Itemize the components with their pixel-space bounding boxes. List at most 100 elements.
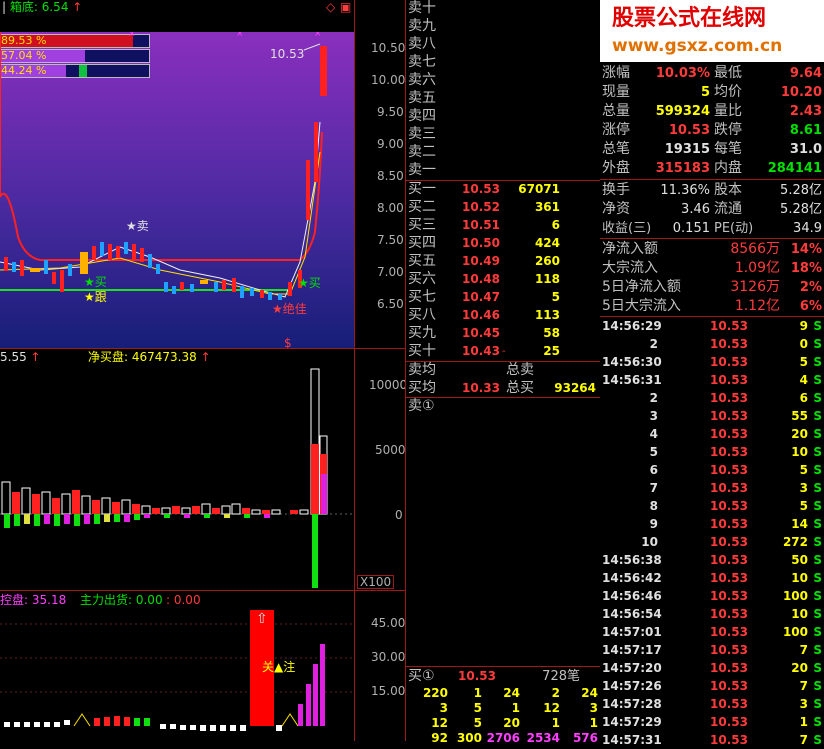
sell-level-3[interactable]: 卖三 [406, 126, 598, 143]
ctrl-tick-45: 45.00 [371, 616, 406, 630]
up-arrow-icon: ↑ [72, 0, 83, 14]
sell-signal: ★卖 [126, 219, 149, 233]
watermark-title: 股票公式在线网 [612, 6, 767, 31]
stat-row-6: 外盘 315183 内盘 284141 [602, 160, 822, 176]
y-tick-650: 6.50 [377, 297, 404, 311]
price-y-axis: 10.50 10.00 9.50 9.00 8.50 8.00 7.50 7.0… [354, 0, 406, 348]
buy-level-2[interactable]: 买二 10.52 361 [406, 199, 598, 216]
mid-row-2: 净资 3.46 流通 5.28亿 [602, 201, 822, 217]
flow-row-2: 大宗流入 1.09亿 18% [602, 260, 822, 276]
control-label: 控盘: 35.18 [0, 593, 67, 607]
buy-avg-row: 买均 10.33 总买 93264 [408, 380, 596, 396]
focus-up-arrow-icon: ⇧ [256, 611, 268, 627]
sell-level-10[interactable]: 卖十 [406, 0, 598, 17]
queue-row-3: 12 5 20 1 1 [431, 716, 598, 730]
vol-unit: X100 [357, 575, 395, 589]
buy-queue-divider [406, 666, 600, 667]
window-icon[interactable]: ▣ [340, 0, 351, 14]
buy-level-4[interactable]: 买四 10.50 424 [406, 235, 598, 252]
stats-divider-3 [600, 316, 824, 317]
control-bars [4, 644, 325, 731]
flow-row-4: 5日大宗流入 1.12亿 6% [602, 298, 822, 314]
sell-level-1[interactable]: 卖一 [406, 162, 598, 179]
vol-tick-0: 0 [395, 508, 403, 522]
box-top-line [0, 32, 323, 261]
sell-level-6[interactable]: 卖六 [406, 72, 598, 89]
volume-arrow-icon: ↑ [30, 350, 41, 364]
diamond-icon[interactable]: ◇ [326, 0, 335, 14]
sell-level-2[interactable]: 卖二 [406, 144, 598, 161]
indicator-label: 箱底: 6.54 [9, 0, 69, 14]
volume-y-axis: 10000 5000 0 X100 [354, 349, 408, 590]
ctrl-tick-15: 15.00 [371, 684, 406, 698]
chart-area[interactable]: | 箱底: 6.54 ↑ ◇ ▣ 89.53 % 57.04 % 44.24 % [0, 0, 408, 741]
buy-queue-title[interactable]: 买① 10.53 728笔 [406, 668, 598, 685]
ctrl-tick-30: 30.00 [371, 650, 406, 664]
order-book[interactable]: 卖十 卖九 卖八 卖七 卖六 卖五 卖四 卖三 卖二 卖一 买一 10.53 670… [405, 0, 602, 745]
price-chart-svg: × × × [0, 32, 327, 300]
sell-level-9[interactable]: 卖九 [406, 18, 598, 35]
vol-tick-10000: 10000 [369, 378, 408, 392]
sell-level-5[interactable]: 卖五 [406, 90, 598, 107]
sell-avg-row: 卖均 总卖 [408, 362, 534, 378]
buy-level-7[interactable]: 买七 10.47 5 [406, 289, 598, 306]
y-tick-1000: 10.00 [371, 73, 406, 87]
queue-row-4: 92 300 2706 2534 576 [431, 731, 598, 745]
net-buy-arrow-icon: ↑ [200, 350, 211, 364]
stats-divider-1 [600, 179, 824, 180]
sell-levels: 卖十 卖九 卖八 卖七 卖六 卖五 卖四 卖三 卖二 卖一 [406, 0, 598, 180]
y-tick-700: 7.00 [377, 265, 404, 279]
last-price-label: 10.53 [270, 47, 305, 61]
svg-text:×: × [314, 32, 322, 39]
extra-label: : 0.00 [166, 593, 201, 607]
header-marker: | [2, 0, 7, 14]
svg-text:×: × [128, 32, 136, 39]
mid-row-3: 收益(三) 0.151 PE(动) 34.9 [602, 221, 822, 236]
sell-queue-title[interactable]: 卖① [406, 398, 598, 415]
volume-header: 5.55 ↑ [0, 350, 41, 364]
stat-row-5: 总笔 19315 每笔 31.0 [602, 141, 822, 157]
control-chart[interactable] [0, 608, 354, 741]
watermark: 股票公式在线网 www.gsxz.com.cn [600, 0, 824, 62]
buy-signal-1: ★买 [84, 275, 107, 289]
y-tick-950: 9.50 [377, 105, 404, 119]
buy-level-1[interactable]: 买一 10.53 67071 [406, 181, 598, 198]
sell-level-8[interactable]: 卖八 [406, 36, 598, 53]
mid-row-1: 换手 11.36% 股本 5.28亿 [602, 182, 822, 198]
buy-level-10[interactable]: 买十 10.43-25 [406, 343, 598, 360]
candles [4, 46, 327, 300]
last-price-pointer [303, 43, 321, 51]
y-tick-1050: 10.50 [371, 41, 406, 55]
volume-chart[interactable] [0, 364, 354, 590]
stat-row-3: 总量 599324 量比 2.43 [602, 103, 822, 119]
net-buy-value: 净买盘: 467473.38 [88, 350, 197, 364]
buy-level-9[interactable]: 买九 10.45 58 [406, 325, 598, 342]
queue-row-1: 220 1 24 2 24 [422, 686, 598, 700]
sell-level-7[interactable]: 卖七 [406, 54, 598, 71]
buy-signal-2: ★买 [298, 276, 321, 290]
svg-text:×: × [236, 32, 244, 39]
y-tick-850: 8.50 [377, 169, 404, 183]
buy-level-6[interactable]: 买六 10.48 118 [406, 271, 598, 288]
queue-row-2: 3 5 1 12 3 [439, 701, 598, 715]
flow-row-1: 净流入额 8566万 14% [602, 241, 822, 257]
volume-left-value: 5.55 [0, 350, 27, 364]
stat-row-4: 涨停 10.53 跌停 8.61 [602, 122, 822, 138]
buy-level-8[interactable]: 买八 10.46 113 [406, 307, 598, 324]
y-tick-800: 8.00 [377, 201, 404, 215]
volume-bars [1, 368, 328, 588]
box-bottom-label: | 箱底: 6.54 ↑ [2, 0, 82, 14]
stat-row-2: 现量 5 均价 10.20 [602, 84, 822, 100]
y-tick-900: 9.00 [377, 137, 404, 151]
stats-panel: 股票公式在线网 www.gsxz.com.cn 涨幅 10.03% 最低 9.64 现… [600, 0, 824, 741]
flow-row-3: 5日净流入额 3126万 2% [602, 279, 822, 295]
buy-level-5[interactable]: 买五 10.49 260 [406, 253, 598, 270]
top-markers: × × × [128, 32, 322, 39]
stat-row-1: 涨幅 10.03% 最低 9.64 [602, 65, 822, 81]
sell-level-4[interactable]: 卖四 [406, 108, 598, 125]
divider-2 [0, 590, 405, 591]
buy-level-3[interactable]: 买三 10.51 6 [406, 217, 598, 234]
stats-divider-2 [600, 238, 824, 239]
peak-signal: ★绝佳 [272, 302, 307, 316]
vol-tick-5000: 5000 [375, 443, 406, 457]
